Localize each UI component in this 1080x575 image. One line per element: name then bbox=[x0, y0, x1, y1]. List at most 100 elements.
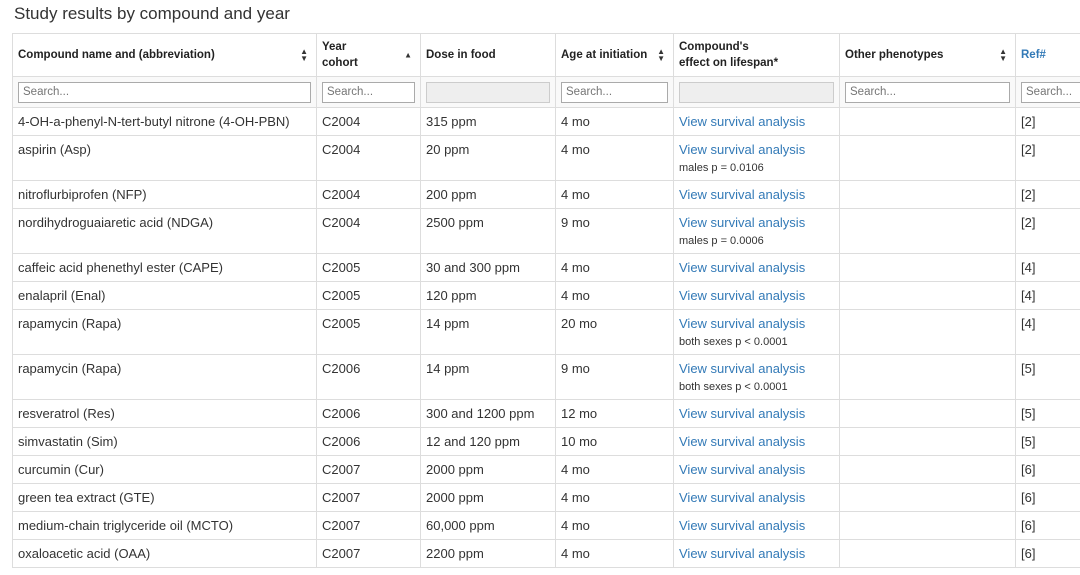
view-survival-analysis-link[interactable]: View survival analysis bbox=[679, 260, 805, 275]
table-row: curcumin (Cur) C2007 2000 ppm 4 mo View surv… bbox=[12, 455, 1080, 484]
column-header-year[interactable]: Year cohort ▲ bbox=[316, 33, 421, 77]
effect-cell: View survival analysis bbox=[673, 511, 840, 540]
dose-cell: 2200 ppm bbox=[420, 539, 556, 568]
search-year-input[interactable] bbox=[322, 81, 415, 103]
ref-cell: [4] bbox=[1015, 253, 1080, 282]
ref-cell: [2] bbox=[1015, 107, 1080, 136]
dose-cell: 14 ppm bbox=[420, 354, 556, 400]
view-survival-analysis-link[interactable]: View survival analysis bbox=[679, 518, 805, 533]
view-survival-analysis-link[interactable]: View survival analysis bbox=[679, 434, 805, 449]
year-cell: C2005 bbox=[316, 281, 421, 310]
table-row: medium-chain triglyceride oil (MCTO) C200… bbox=[12, 511, 1080, 540]
filter-cell bbox=[839, 76, 1016, 108]
dose-cell: 315 ppm bbox=[420, 107, 556, 136]
effect-cell: View survival analysis both sexes p < 0.0… bbox=[673, 309, 840, 355]
table-row: rapamycin (Rapa) C2006 14 ppm 9 mo View surv… bbox=[12, 354, 1080, 400]
column-header-compound[interactable]: Compound name and (abbreviation) ▲ ▼ bbox=[12, 33, 317, 77]
dose-cell: 12 and 120 ppm bbox=[420, 427, 556, 456]
effect-cell: View survival analysis bbox=[673, 253, 840, 282]
year-cell: C2004 bbox=[316, 180, 421, 209]
significance-note: males p = 0.0106 bbox=[679, 162, 764, 174]
ref-cell: [5] bbox=[1015, 399, 1080, 428]
table-row: rapamycin (Rapa) C2005 14 ppm 20 mo View sur… bbox=[12, 309, 1080, 355]
search-age-input[interactable] bbox=[561, 81, 668, 103]
column-header-label: Ref# bbox=[1021, 49, 1046, 61]
column-header-label: Other phenotypes bbox=[845, 49, 944, 61]
compound-cell: oxaloacetic acid (OAA) bbox=[12, 539, 317, 568]
ref-cell: [6] bbox=[1015, 539, 1080, 568]
other-phenotypes-cell bbox=[839, 208, 1016, 254]
age-cell: 9 mo bbox=[555, 354, 674, 400]
other-phenotypes-cell bbox=[839, 253, 1016, 282]
table-body: 4-OH-a-phenyl-N-tert-butyl nitrone (4-OH… bbox=[12, 107, 1080, 568]
year-cell: C2006 bbox=[316, 427, 421, 456]
search-other-phenotypes-input[interactable] bbox=[845, 81, 1010, 103]
other-phenotypes-cell bbox=[839, 427, 1016, 456]
ref-cell: [5] bbox=[1015, 427, 1080, 456]
table-row: green tea extract (GTE) C2007 2000 ppm 4 mo… bbox=[12, 483, 1080, 512]
other-phenotypes-cell bbox=[839, 180, 1016, 209]
dose-cell: 14 ppm bbox=[420, 309, 556, 355]
table-row: 4-OH-a-phenyl-N-tert-butyl nitrone (4-OH… bbox=[12, 107, 1080, 136]
view-survival-analysis-link[interactable]: View survival analysis bbox=[679, 142, 805, 157]
view-survival-analysis-link[interactable]: View survival analysis bbox=[679, 215, 805, 230]
filter-cell bbox=[555, 76, 674, 108]
view-survival-analysis-link[interactable]: View survival analysis bbox=[679, 114, 805, 129]
view-survival-analysis-link[interactable]: View survival analysis bbox=[679, 546, 805, 561]
search-ref-input[interactable] bbox=[1021, 81, 1080, 103]
year-cell: C2006 bbox=[316, 399, 421, 428]
year-cell: C2005 bbox=[316, 309, 421, 355]
age-cell: 12 mo bbox=[555, 399, 674, 428]
view-survival-analysis-link[interactable]: View survival analysis bbox=[679, 490, 805, 505]
compound-cell: resveratrol (Res) bbox=[12, 399, 317, 428]
view-survival-analysis-link[interactable]: View survival analysis bbox=[679, 361, 805, 376]
age-cell: 4 mo bbox=[555, 281, 674, 310]
compound-cell: medium-chain triglyceride oil (MCTO) bbox=[12, 511, 317, 540]
view-survival-analysis-link[interactable]: View survival analysis bbox=[679, 462, 805, 477]
age-cell: 9 mo bbox=[555, 208, 674, 254]
view-survival-analysis-link[interactable]: View survival analysis bbox=[679, 288, 805, 303]
filter-cell bbox=[316, 76, 421, 108]
column-header-label: Year cohort bbox=[322, 39, 415, 71]
search-compound-input[interactable] bbox=[18, 81, 311, 103]
other-phenotypes-cell bbox=[839, 539, 1016, 568]
view-survival-analysis-link[interactable]: View survival analysis bbox=[679, 406, 805, 421]
column-header-age[interactable]: Age at initiation ▲ ▼ bbox=[555, 33, 674, 77]
column-header-label-line2: cohort bbox=[322, 57, 358, 69]
other-phenotypes-cell bbox=[839, 399, 1016, 428]
page-title: Study results by compound and year bbox=[14, 4, 290, 23]
ref-cell: [6] bbox=[1015, 511, 1080, 540]
age-cell: 4 mo bbox=[555, 511, 674, 540]
other-phenotypes-cell bbox=[839, 281, 1016, 310]
year-cell: C2004 bbox=[316, 135, 421, 181]
year-cell: C2006 bbox=[316, 354, 421, 400]
other-phenotypes-cell bbox=[839, 107, 1016, 136]
view-survival-analysis-link[interactable]: View survival analysis bbox=[679, 187, 805, 202]
table-row: enalapril (Enal) C2005 120 ppm 4 mo View sur… bbox=[12, 281, 1080, 310]
age-cell: 20 mo bbox=[555, 309, 674, 355]
filter-effect-disabled bbox=[679, 81, 834, 103]
effect-cell: View survival analysis bbox=[673, 107, 840, 136]
view-survival-analysis-link[interactable]: View survival analysis bbox=[679, 316, 805, 331]
dose-cell: 2000 ppm bbox=[420, 483, 556, 512]
dose-cell: 200 ppm bbox=[420, 180, 556, 209]
significance-note: both sexes p < 0.0001 bbox=[679, 381, 788, 393]
compound-cell: 4-OH-a-phenyl-N-tert-butyl nitrone (4-OH… bbox=[12, 107, 317, 136]
age-cell: 4 mo bbox=[555, 107, 674, 136]
column-header-label: Compound's effect on lifespan* bbox=[679, 39, 834, 71]
dose-cell: 30 and 300 ppm bbox=[420, 253, 556, 282]
compound-cell: rapamycin (Rapa) bbox=[12, 309, 317, 355]
effect-cell: View survival analysis bbox=[673, 539, 840, 568]
compound-cell: simvastatin (Sim) bbox=[12, 427, 317, 456]
other-phenotypes-cell bbox=[839, 483, 1016, 512]
filter-cell bbox=[420, 76, 556, 108]
filter-cell bbox=[673, 76, 840, 108]
column-header-ref[interactable]: Ref# bbox=[1015, 33, 1080, 77]
ref-cell: [6] bbox=[1015, 455, 1080, 484]
compound-cell: rapamycin (Rapa) bbox=[12, 354, 317, 400]
dose-cell: 2500 ppm bbox=[420, 208, 556, 254]
filter-row bbox=[12, 76, 1080, 108]
column-header-other-phenotypes[interactable]: Other phenotypes ▲ ▼ bbox=[839, 33, 1016, 77]
year-cell: C2004 bbox=[316, 208, 421, 254]
compound-cell: green tea extract (GTE) bbox=[12, 483, 317, 512]
